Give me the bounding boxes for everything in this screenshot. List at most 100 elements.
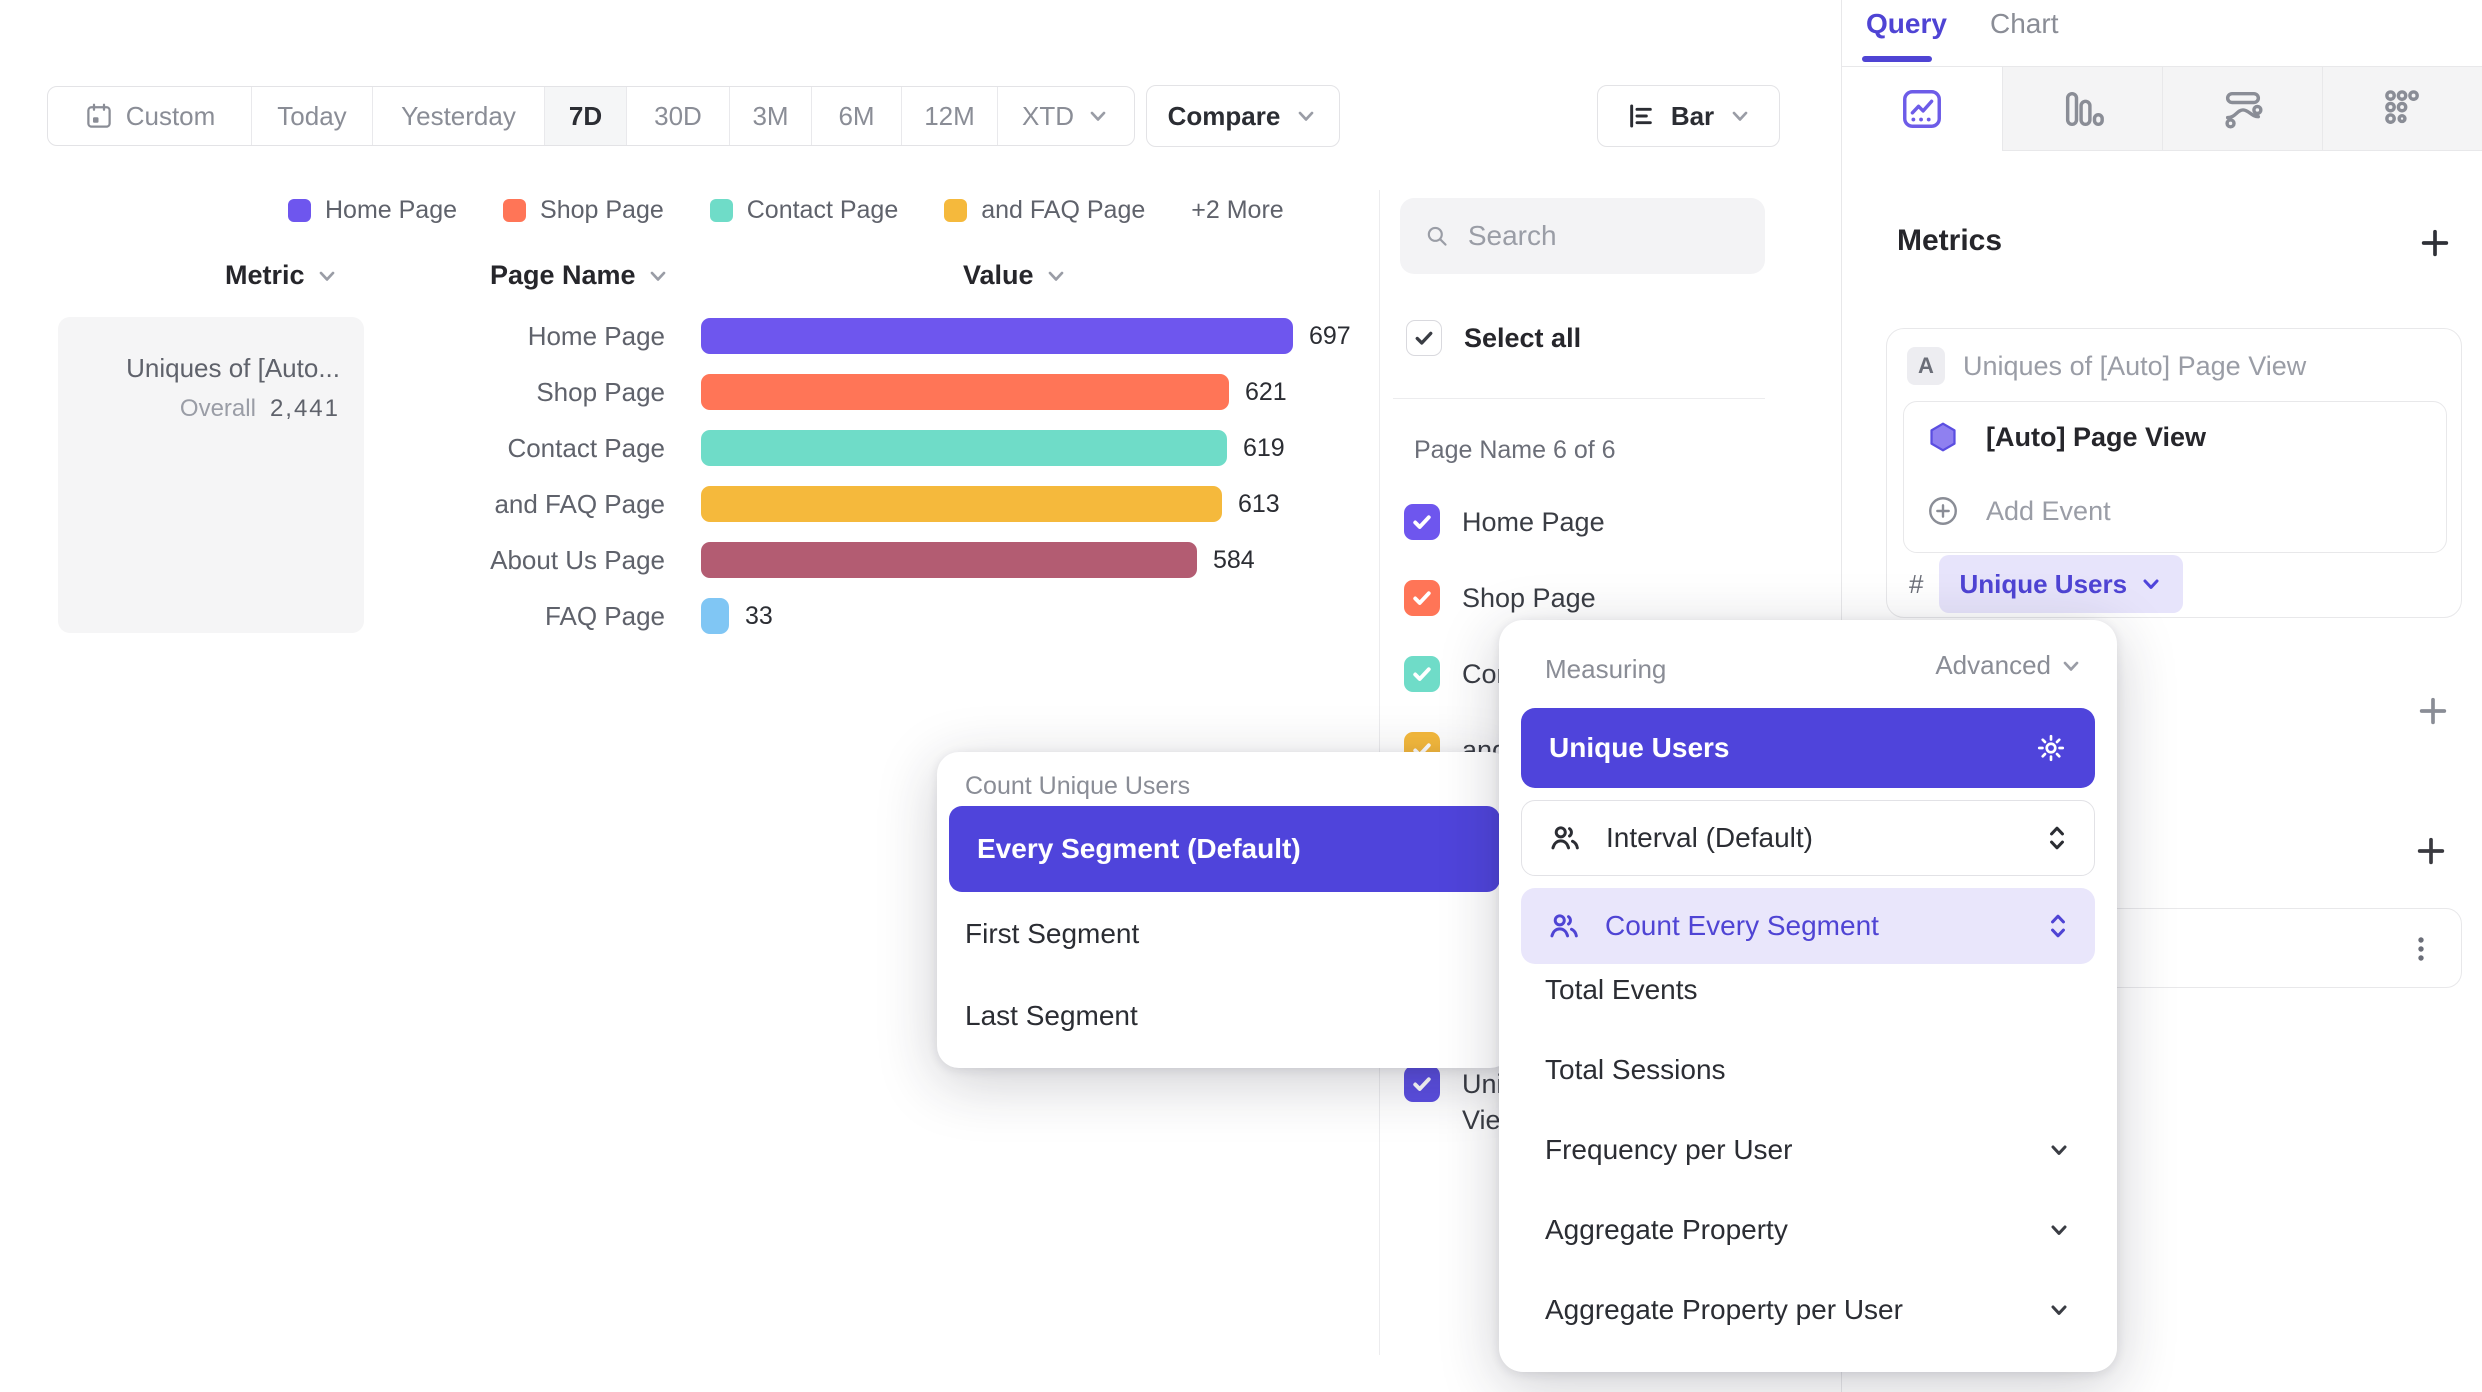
date-range-today[interactable]: Today	[252, 87, 373, 145]
add-filter-icon[interactable]	[2416, 694, 2450, 728]
legend-item[interactable]: Shop Page	[503, 196, 664, 225]
option-frequency-per-user[interactable]: Frequency per User	[1545, 1134, 1792, 1166]
metric-name: Uniques of [Auto] Page View	[1963, 351, 2306, 382]
bar-faq-page[interactable]	[701, 598, 729, 634]
bar-value: 619	[1243, 434, 1285, 463]
bar-home-page[interactable]	[701, 318, 1293, 354]
bar-row-label: and FAQ Page	[385, 486, 665, 522]
interval-selector[interactable]: Interval (Default)	[1521, 800, 2095, 876]
horizontal-bar-chart-icon	[1625, 100, 1657, 132]
date-range-30d[interactable]: 30D	[627, 87, 730, 145]
count-unique-users-menu: Count Unique Users Every Segment (Defaul…	[937, 752, 1512, 1068]
date-range-6m[interactable]: 6M	[812, 87, 902, 145]
bar-value: 584	[1213, 546, 1255, 575]
select-all-checkbox[interactable]	[1406, 320, 1442, 356]
option-aggregate-property[interactable]: Aggregate Property	[1545, 1214, 1788, 1246]
option-aggregate-property-per-user[interactable]: Aggregate Property per User	[1545, 1294, 1903, 1326]
bar-value: 613	[1238, 490, 1280, 519]
menu-option-first-segment[interactable]: First Segment	[965, 918, 1139, 950]
hash-symbol: #	[1909, 569, 1923, 600]
legend-item[interactable]: and FAQ Page	[944, 196, 1145, 225]
bar-shop-page[interactable]	[701, 374, 1229, 410]
date-range-7d[interactable]: 7D	[545, 87, 627, 145]
filter-item-home-page[interactable]: Home Page	[1404, 504, 1605, 540]
count-every-segment-selector[interactable]: Count Every Segment	[1521, 888, 2095, 964]
active-tab-underline	[1862, 56, 1932, 62]
measure-row: # Unique Users	[1909, 555, 2183, 613]
bar-contact-page[interactable]	[701, 430, 1227, 466]
bar-about-us-page[interactable]	[701, 542, 1197, 578]
chevron-down-icon	[2139, 572, 2163, 596]
chevron-down-icon[interactable]	[2047, 1218, 2071, 1242]
add-event-row[interactable]: Add Event	[1926, 494, 2111, 528]
measuring-menu: Measuring Advanced Unique Users Interval…	[1499, 620, 2117, 1372]
charttype-funnels[interactable]	[2002, 67, 2162, 151]
measure-pill[interactable]: Unique Users	[1939, 555, 2183, 613]
stepper-icon	[2046, 823, 2068, 853]
chevron-down-icon	[1294, 104, 1318, 128]
select-all-row[interactable]: Select all	[1406, 320, 1581, 356]
event-row[interactable]: [Auto] Page View	[1926, 420, 2206, 454]
tab-chart[interactable]: Chart	[1990, 8, 2058, 40]
legend-swatch	[503, 199, 526, 222]
metric-title: Uniques of [Auto...	[126, 353, 340, 384]
chevron-down-icon	[315, 264, 339, 288]
charttype-retention[interactable]	[2322, 67, 2482, 151]
bar-and-faq-page[interactable]	[701, 486, 1222, 522]
legend-more[interactable]: +2 More	[1191, 196, 1283, 225]
add-metric-icon[interactable]	[2418, 226, 2452, 260]
option-total-sessions[interactable]: Total Sessions	[1545, 1054, 1726, 1086]
legend-item[interactable]: Contact Page	[710, 196, 899, 225]
metric-summary-block[interactable]: Uniques of [Auto... Overall2,441	[58, 317, 364, 633]
bar-row-label: Shop Page	[385, 374, 665, 410]
compare-button[interactable]: Compare	[1146, 85, 1340, 147]
bar-row: 619	[701, 430, 1285, 466]
list-divider	[1393, 398, 1765, 399]
metric-card[interactable]: A Uniques of [Auto] Page View [Auto] Pag…	[1886, 328, 2462, 618]
value-column-header[interactable]: Value	[963, 260, 1068, 291]
date-range-custom[interactable]: Custom	[48, 87, 252, 145]
chevron-down-icon[interactable]	[2047, 1298, 2071, 1322]
gear-icon[interactable]	[2035, 732, 2067, 764]
bar-row: 621	[701, 374, 1287, 410]
checkbox-checked[interactable]	[1404, 504, 1440, 540]
chart-legend: Home Page Shop Page Contact Page and FAQ…	[288, 196, 1284, 225]
checkbox-checked[interactable]	[1404, 1066, 1440, 1102]
hexagon-event-icon	[1926, 420, 1960, 454]
option-unique-users[interactable]: Unique Users	[1521, 708, 2095, 788]
legend-swatch	[944, 199, 967, 222]
chevron-down-icon[interactable]	[2047, 1138, 2071, 1162]
search-input[interactable]	[1468, 220, 1741, 252]
metric-overall-value: 2,441	[270, 395, 340, 422]
charttype-insights[interactable]	[1842, 67, 2002, 151]
bar-row: 584	[701, 542, 1255, 578]
menu-option-every-segment[interactable]: Every Segment (Default)	[949, 806, 1500, 892]
check-icon	[1410, 662, 1434, 686]
charttype-flows[interactable]	[2162, 67, 2322, 151]
advanced-dropdown[interactable]: Advanced	[1935, 650, 2083, 681]
legend-swatch	[288, 199, 311, 222]
search-box[interactable]	[1400, 198, 1765, 274]
date-range-12m[interactable]: 12M	[902, 87, 998, 145]
event-name: [Auto] Page View	[1986, 422, 2206, 453]
chevron-down-icon	[1044, 264, 1068, 288]
checkbox-checked[interactable]	[1404, 580, 1440, 616]
metric-column-header[interactable]: Metric	[225, 260, 339, 291]
page-name-column-header[interactable]: Page Name	[490, 260, 670, 291]
measuring-header: Measuring	[1545, 654, 1666, 685]
tab-query[interactable]: Query	[1866, 8, 1947, 40]
checkbox-checked[interactable]	[1404, 656, 1440, 692]
kebab-menu-icon[interactable]	[2403, 931, 2439, 967]
chevron-down-icon	[1728, 104, 1752, 128]
option-total-events[interactable]: Total Events	[1545, 974, 1698, 1006]
date-range-xtd[interactable]: XTD	[998, 87, 1134, 145]
menu-title: Count Unique Users	[965, 772, 1190, 801]
bar-chart-icon	[2060, 86, 2106, 132]
menu-option-last-segment[interactable]: Last Segment	[965, 1000, 1138, 1032]
date-range-3m[interactable]: 3M	[730, 87, 812, 145]
date-range-yesterday[interactable]: Yesterday	[373, 87, 545, 145]
filter-item-shop-page[interactable]: Shop Page	[1404, 580, 1596, 616]
chart-type-button[interactable]: Bar	[1597, 85, 1780, 147]
legend-item[interactable]: Home Page	[288, 196, 457, 225]
add-breakdown-icon[interactable]	[2414, 834, 2448, 868]
